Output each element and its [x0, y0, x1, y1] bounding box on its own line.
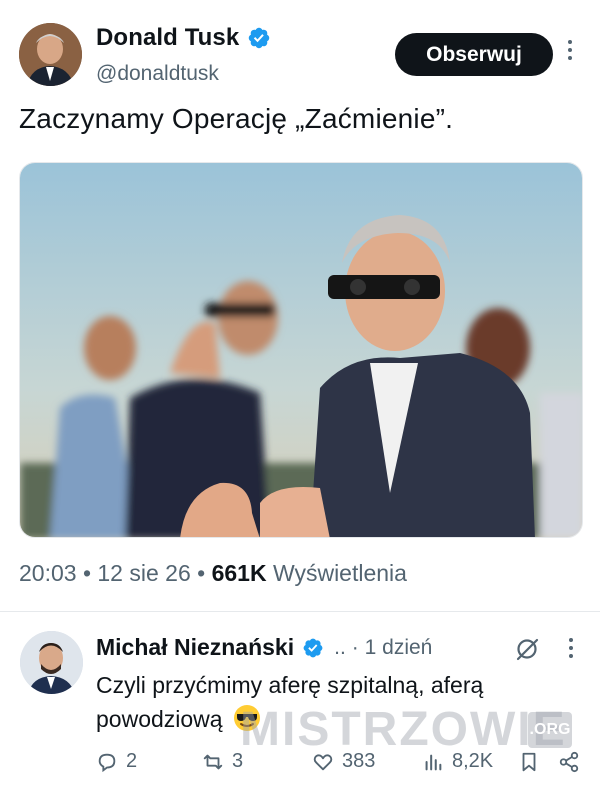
views-count-reply: 8,2K	[452, 750, 494, 772]
reply-icon	[98, 753, 116, 772]
reply-time[interactable]: · 1 dzień	[352, 636, 433, 660]
verified-badge-icon	[249, 27, 270, 49]
watermark-tag: .ORG	[528, 712, 572, 748]
views-label: Wyświetlenia	[266, 560, 407, 586]
like-action[interactable]: 383	[312, 750, 375, 773]
views-action[interactable]: 8,2K	[422, 750, 493, 773]
tweet-timestamp[interactable]: 20:03 • 12 sie 26 •	[19, 560, 212, 586]
like-icon	[313, 753, 333, 770]
verified-badge-icon	[303, 638, 323, 657]
repost-action[interactable]: 3	[202, 750, 243, 773]
repost-count: 3	[232, 750, 244, 772]
bookmark-icon[interactable]	[518, 750, 540, 774]
author-name[interactable]: Donald Tusk	[96, 24, 239, 52]
watermark-text: MISTRZOWIE	[240, 703, 567, 756]
reply-actions: 2 3 383 8,2K	[96, 750, 586, 782]
main-tweet: Donald Tusk @donaldtusk Obserwuj Zaczyna…	[0, 0, 600, 610]
views-count: 661K	[211, 560, 267, 586]
tweet-photo[interactable]	[19, 162, 583, 538]
share-icon[interactable]	[558, 750, 580, 774]
reply-count: 2	[126, 750, 138, 772]
more-dots-icon[interactable]	[560, 40, 580, 68]
follow-button[interactable]: Obserwuj	[395, 33, 553, 76]
reply-handle-ellipsis: ..	[334, 635, 346, 659]
more-dots-icon[interactable]	[562, 638, 580, 662]
divider	[0, 611, 600, 612]
reply-action[interactable]: 2	[96, 750, 137, 773]
tweet-meta: 20:03 • 12 sie 26 • 661K Wyświetlenia	[19, 560, 407, 587]
reply-header: Michał Nieznański .. · 1 dzień	[96, 634, 432, 661]
grok-icon[interactable]	[514, 636, 540, 662]
tweet-text: Zaczynamy Operację „Zaćmienie”.	[19, 103, 454, 134]
author-avatar[interactable]	[19, 23, 82, 86]
author-name-row: Donald Tusk	[96, 24, 271, 52]
repost-icon	[203, 754, 223, 769]
reply-author-avatar[interactable]	[20, 631, 83, 694]
like-count: 383	[342, 750, 376, 772]
views-icon	[425, 754, 442, 770]
reply-author-name[interactable]: Michał Nieznański	[96, 634, 294, 661]
author-handle[interactable]: @donaldtusk	[96, 62, 219, 86]
